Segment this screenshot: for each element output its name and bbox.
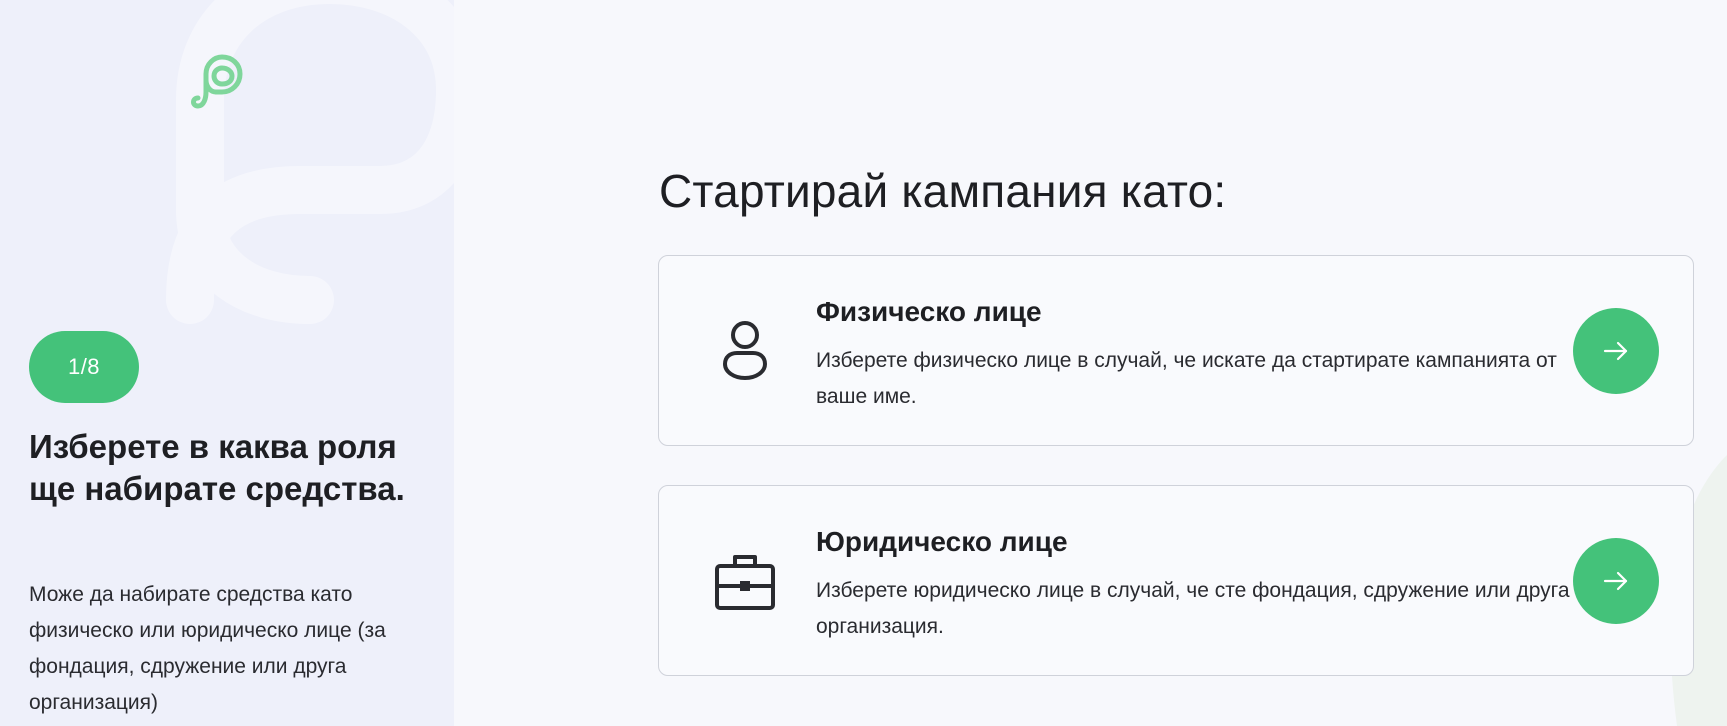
option-description: Изберете физическо лице в случай, че иск…: [816, 349, 1557, 408]
option-card-individual[interactable]: Физическо лице Изберете физическо лице в…: [658, 255, 1694, 446]
select-individual-button[interactable]: [1573, 308, 1659, 394]
sidebar-title: Изберете в каква роля ще набирате средст…: [29, 428, 405, 507]
option-title: Физическо лице: [816, 296, 1042, 327]
option-card-legal-entity[interactable]: Юридическо лице Изберете юридическо лице…: [658, 485, 1694, 676]
page-title: Стартирай кампания като:: [659, 165, 1227, 217]
briefcase-icon: [715, 555, 775, 610]
brand-logo-icon[interactable]: [188, 46, 246, 112]
option-description: Изберете юридическо лице в случай, че ст…: [816, 579, 1570, 638]
step-badge: 1/8: [29, 331, 139, 403]
page: 1/8 Изберете в каква роля ще набирате ср…: [0, 0, 1727, 726]
person-icon: [722, 321, 768, 381]
arrow-right-icon: [1603, 341, 1628, 361]
option-title: Юридическо лице: [816, 526, 1068, 557]
sidebar-description: Може да набирате средства като физическо…: [29, 583, 386, 714]
select-legal-entity-button[interactable]: [1573, 538, 1659, 624]
arrow-right-icon: [1603, 571, 1628, 591]
sidebar: 1/8 Изберете в каква роля ще набирате ср…: [0, 0, 454, 726]
